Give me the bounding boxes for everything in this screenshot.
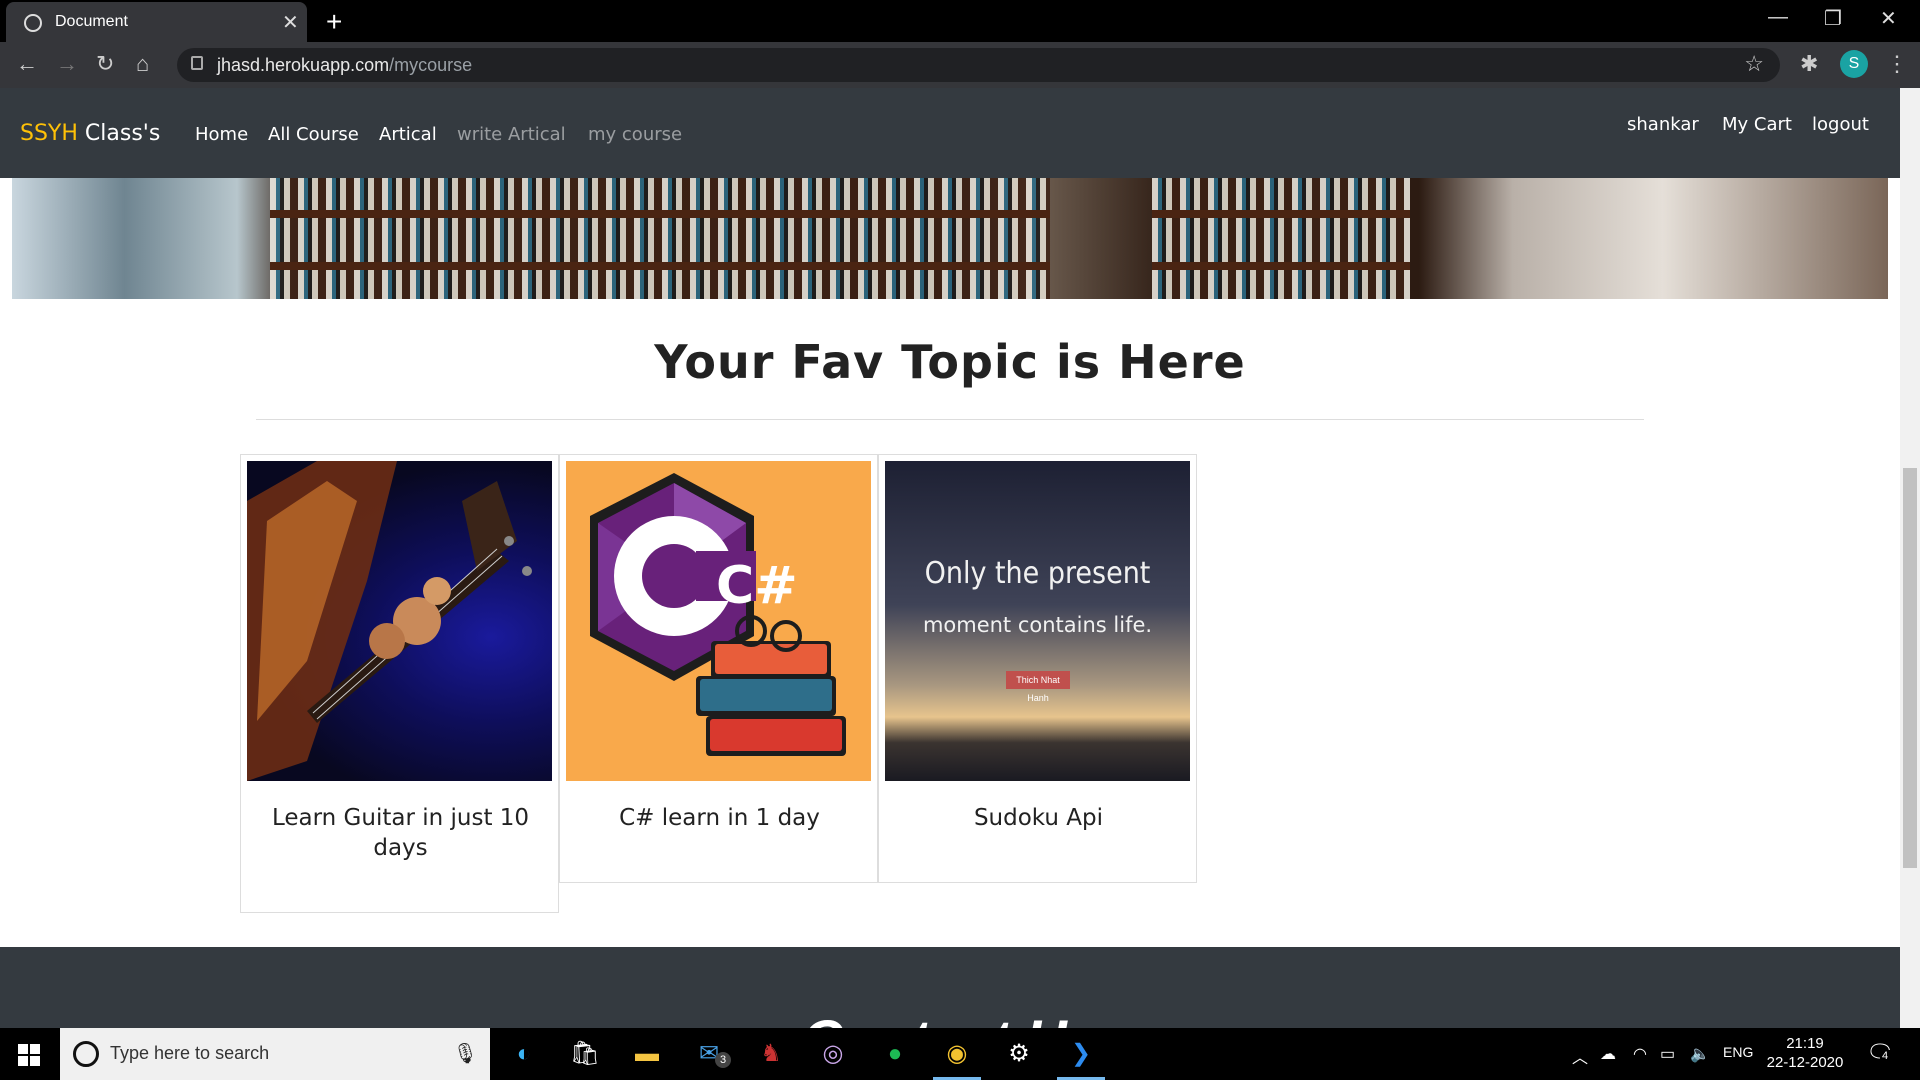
back-icon[interactable]: ← (16, 51, 38, 77)
microphone-icon[interactable]: 🎙 (453, 1041, 478, 1066)
extensions-icon[interactable]: ✱ (1800, 51, 1818, 77)
nav-link-artical[interactable]: Artical (379, 124, 437, 145)
taskbar-search-placeholder: Type here to search (110, 1043, 270, 1063)
store-icon[interactable]: 🛍 (567, 1038, 603, 1070)
menu-kebab-icon[interactable]: ⋮ (1886, 51, 1908, 77)
url-text[interactable]: jhasd.herokuapp.com/mycourse (217, 55, 472, 76)
quote-line-2: moment contains life. (922, 613, 1153, 637)
new-tab-button[interactable]: + (326, 6, 342, 38)
guitar-course-image[interactable] (247, 461, 552, 781)
bookmark-star-icon[interactable]: ☆ (1744, 51, 1764, 77)
mail-icon[interactable]: ✉ 3 (691, 1038, 731, 1070)
taskbar-clock[interactable]: 21:19 22-12-2020 (1760, 1034, 1850, 1072)
clock-time: 21:19 (1786, 1035, 1824, 1052)
course-title[interactable]: C# learn in 1 day (570, 803, 869, 833)
windows-start-icon[interactable] (18, 1044, 40, 1066)
nav-link-my-cart[interactable]: My Cart (1722, 114, 1792, 135)
onedrive-icon[interactable]: ☁ (1600, 1044, 1616, 1064)
sudoku-course-image[interactable]: Only the present moment contains life. T… (885, 461, 1190, 781)
lock-icon (191, 56, 203, 70)
language-indicator[interactable]: ENG (1723, 1044, 1753, 1060)
file-explorer-icon[interactable]: ▬ (629, 1038, 665, 1070)
page-viewport: SSYH Class's Home All Course Artical wri… (0, 88, 1900, 1028)
tray-chevron-icon[interactable]: ︿ (1572, 1044, 1588, 1068)
nav-link-logout[interactable]: logout (1812, 114, 1869, 135)
nav-link-home[interactable]: Home (195, 124, 248, 145)
chrome-icon[interactable]: ◉ (933, 1038, 981, 1080)
spotify-icon[interactable]: ● (877, 1038, 913, 1070)
windows-taskbar: Type here to search 🎙 ◐ 🛍 ▬ ✉ 3 ♞ ◎ ● ◉ ⚙… (0, 1028, 1920, 1080)
quote-author-badge: Thich Nhat Hanh (1006, 671, 1070, 703)
wifi-icon[interactable]: ◠ (1633, 1044, 1647, 1064)
nav-link-my-course[interactable]: my course (588, 124, 682, 145)
csharp-logo-text: C# (716, 556, 798, 616)
taskbar-search-box[interactable]: Type here to search 🎙 (60, 1028, 490, 1080)
site-navbar: SSYH Class's Home All Course Artical wri… (0, 88, 1900, 178)
csharp-course-image[interactable]: C# (566, 461, 871, 781)
footer-heading: Contact Us (0, 1007, 1900, 1028)
course-card[interactable]: Learn Guitar in just 10 days (240, 454, 559, 913)
footer-section: Contact Us (0, 947, 1900, 1028)
notification-count: 4 (1880, 1050, 1891, 1062)
library-banner-image (12, 178, 1888, 299)
globe-icon (24, 14, 42, 32)
edge-icon[interactable]: ◐ (506, 1038, 542, 1070)
nav-link-write-artical[interactable]: write Artical (457, 124, 566, 145)
profile-avatar[interactable]: S (1840, 50, 1868, 78)
restore-icon[interactable]: ❐ (1824, 6, 1842, 31)
nav-link-all-course[interactable]: All Course (268, 124, 359, 145)
course-title[interactable]: Learn Guitar in just 10 days (251, 803, 550, 863)
forward-icon[interactable]: → (56, 51, 78, 77)
browser-toolbar: ← → ↻ ⌂ jhasd.herokuapp.com/mycourse ☆ ✱… (0, 42, 1920, 88)
reload-icon[interactable]: ↻ (96, 51, 114, 77)
tab-title: Document (55, 13, 128, 30)
page-scrollbar[interactable] (1900, 88, 1920, 1028)
game-app-icon[interactable]: ♞ (753, 1038, 789, 1070)
browser-app-icon[interactable]: ◎ (815, 1038, 851, 1070)
nav-link-user[interactable]: shankar (1627, 114, 1699, 135)
notification-icon[interactable]: 🗨4 (1866, 1040, 1894, 1066)
tab-close-icon[interactable]: ✕ (282, 10, 299, 35)
mail-badge: 3 (715, 1052, 731, 1068)
browser-tab[interactable]: Document ✕ (6, 2, 307, 42)
browser-titlebar: Document ✕ + — ❐ ✕ (0, 0, 1920, 42)
minimize-icon[interactable]: — (1768, 6, 1788, 29)
address-bar[interactable]: jhasd.herokuapp.com/mycourse ☆ (177, 48, 1780, 82)
battery-icon[interactable]: ▭ (1660, 1044, 1675, 1064)
cortana-icon (73, 1041, 99, 1067)
course-card[interactable]: Only the present moment contains life. T… (878, 454, 1197, 883)
quote-line-1: Only the present (924, 556, 1151, 591)
vscode-icon[interactable]: ❯ (1057, 1038, 1105, 1080)
volume-icon[interactable]: 🔈 (1690, 1044, 1710, 1064)
divider (256, 419, 1644, 420)
home-icon[interactable]: ⌂ (136, 51, 149, 77)
settings-gear-icon[interactable]: ⚙ (1001, 1038, 1037, 1070)
course-title[interactable]: Sudoku Api (889, 803, 1188, 833)
window-close-icon[interactable]: ✕ (1880, 6, 1897, 31)
course-card[interactable]: C# C# learn in 1 day (559, 454, 878, 883)
clock-date: 22-12-2020 (1766, 1054, 1844, 1071)
site-brand[interactable]: SSYH Class's (20, 121, 160, 146)
scrollbar-thumb[interactable] (1903, 468, 1917, 868)
section-heading: Your Fav Topic is Here (654, 335, 1246, 389)
